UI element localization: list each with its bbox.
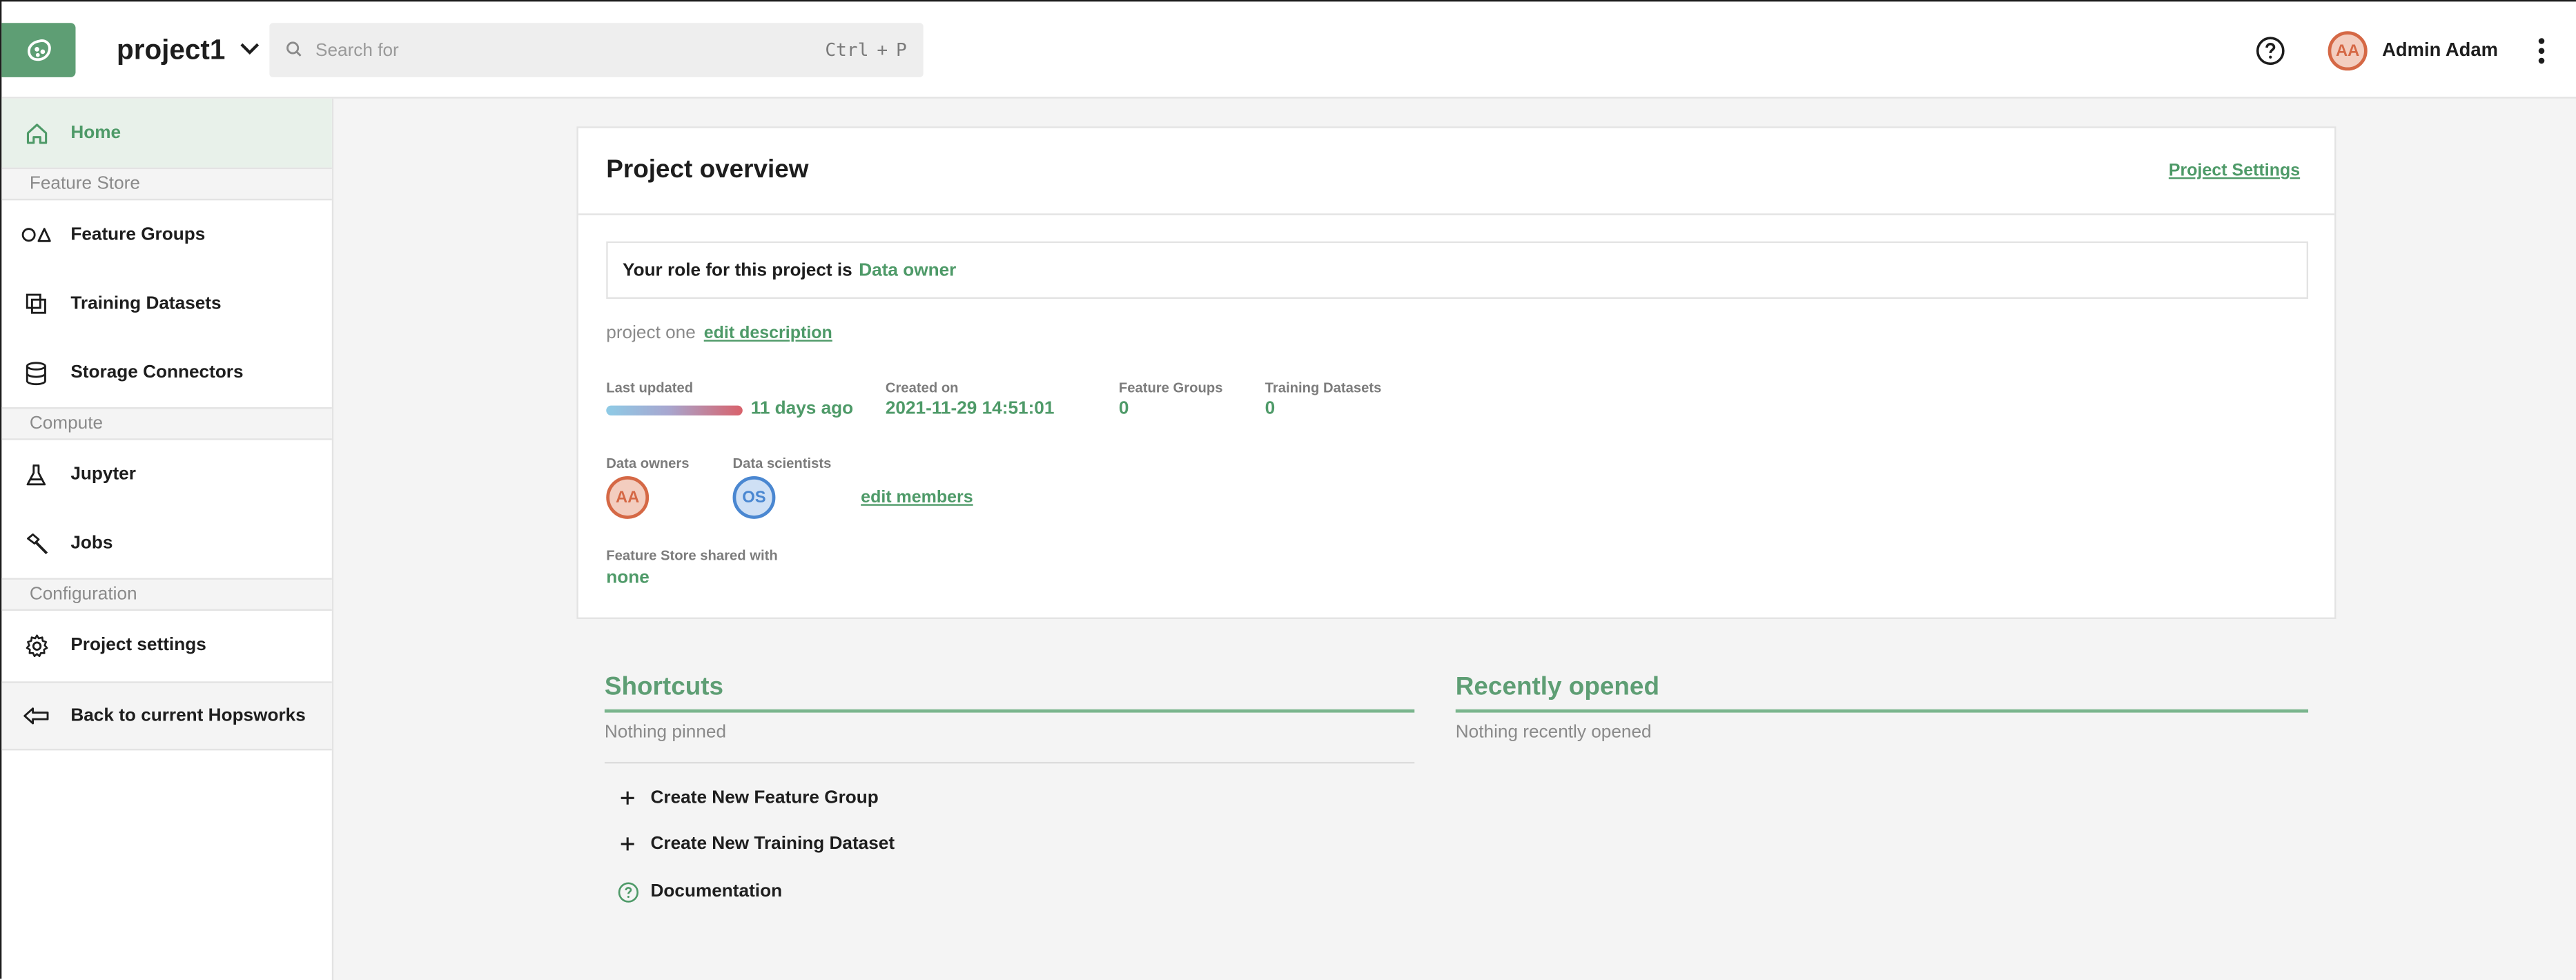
sidebar-section-compute: Compute (1, 407, 332, 440)
search-icon (286, 35, 302, 65)
page-title: Project overview (606, 156, 809, 184)
shortcut-plus: + (877, 39, 888, 61)
gear-icon (21, 631, 51, 660)
shared-with-label: Feature Store shared with (606, 547, 778, 564)
arrow-left-icon (21, 701, 51, 731)
sidebar-item-feature-groups[interactable]: Feature Groups (1, 200, 331, 269)
create-training-dataset-button[interactable]: Create New Training Dataset (616, 829, 895, 859)
sidebar-item-label: Jupyter (70, 464, 136, 484)
feature-groups-label: Feature Groups (1118, 379, 1223, 396)
sidebar-section-feature-store: Feature Store (1, 167, 332, 201)
sidebar-item-storage-connectors[interactable]: Storage Connectors (1, 338, 331, 407)
search-shortcut-hint: Ctrl + P (825, 39, 906, 61)
feature-groups-count: 0 (1118, 399, 1129, 419)
sidebar-item-label: Storage Connectors (70, 362, 244, 383)
created-label: Created on (885, 379, 959, 396)
shortcuts-separator (604, 761, 1415, 764)
sidebar-item-back[interactable]: Back to current Hopsworks (1, 681, 332, 751)
plus-icon (616, 832, 639, 855)
role-banner: Your role for this project is Data owner (606, 241, 2309, 300)
hammer-icon (21, 529, 51, 558)
chevron-down-icon (238, 36, 261, 66)
project-switcher[interactable]: project1 (117, 28, 262, 74)
role-value: Data owner (859, 260, 957, 280)
sidebar-item-home[interactable]: Home (1, 98, 332, 168)
recently-opened-title: Recently opened (1455, 673, 1659, 701)
shortcuts-empty: Nothing pinned (604, 722, 727, 743)
created-value: 2021-11-29 14:51:01 (885, 399, 1055, 419)
database-icon (21, 358, 51, 388)
training-datasets-count: 0 (1265, 399, 1276, 419)
sidebar-item-jobs[interactable]: Jobs (1, 509, 331, 578)
data-owner-avatar[interactable]: AA (606, 476, 650, 519)
sidebar-item-label: Back to current Hopsworks (70, 706, 306, 726)
hopsworks-logo-icon[interactable] (1, 23, 76, 77)
shortcuts-title: Shortcuts (604, 673, 724, 701)
sidebar-item-label: Home (70, 123, 121, 143)
project-settings-link[interactable]: Project Settings (2169, 161, 2300, 181)
shortcut-key-ctrl: Ctrl (825, 39, 869, 61)
search-input[interactable] (312, 38, 826, 62)
description-row: project one edit description (606, 324, 832, 344)
help-circle-icon (616, 880, 639, 903)
plus-icon (616, 787, 639, 810)
project-overview-card: Project overview Project Settings Your r… (576, 126, 2336, 619)
shortcut-key-p: P (896, 39, 907, 61)
shortcut-label: Documentation (650, 881, 783, 902)
flask-icon (21, 460, 51, 489)
sidebar-item-label: Project settings (70, 635, 206, 656)
home-icon (21, 118, 51, 148)
edit-description-link[interactable]: edit description (704, 324, 832, 344)
user-name: Admin Adam (2382, 41, 2498, 61)
shortcut-label: Create New Feature Group (650, 788, 879, 808)
shortcuts-divider (604, 709, 1415, 713)
shapes-icon (21, 220, 51, 250)
help-icon[interactable] (2254, 35, 2287, 68)
sidebar: Home Feature Store Feature Groups Traini… (1, 98, 334, 980)
sidebar-section-configuration: Configuration (1, 578, 332, 611)
create-feature-group-button[interactable]: Create New Feature Group (616, 783, 879, 813)
search-bar[interactable]: Ctrl + P (269, 23, 924, 77)
last-updated-label: Last updated (606, 379, 694, 396)
sidebar-item-label: Feature Groups (70, 224, 206, 245)
card-header: Project overview Project Settings (578, 128, 2335, 215)
user-menu[interactable]: AA Admin Adam (2328, 28, 2498, 74)
sidebar-item-jupyter[interactable]: Jupyter (1, 440, 331, 509)
sidebar-item-label: Jobs (70, 533, 113, 553)
documentation-link[interactable]: Documentation (616, 876, 783, 906)
user-avatar: AA (2328, 31, 2368, 71)
recently-opened-empty: Nothing recently opened (1455, 722, 1652, 743)
data-owners-label: Data owners (606, 455, 690, 471)
stacked-squares-icon (21, 289, 51, 319)
more-vertical-icon[interactable] (2527, 30, 2557, 72)
recently-opened-divider (1455, 709, 2309, 713)
sidebar-item-project-settings[interactable]: Project settings (1, 611, 331, 680)
project-name: project1 (116, 34, 226, 66)
last-updated-value: 11 days ago (750, 399, 854, 419)
shared-with-value: none (606, 568, 650, 588)
project-description: project one (606, 323, 696, 344)
sidebar-item-training-datasets[interactable]: Training Datasets (1, 269, 331, 338)
training-datasets-label: Training Datasets (1265, 379, 1382, 396)
shortcut-label: Create New Training Dataset (650, 834, 895, 854)
activity-bar (606, 405, 743, 415)
data-scientists-label: Data scientists (732, 455, 832, 471)
top-bar: project1 Ctrl + P AA Ad (1, 1, 2576, 99)
role-label: Your role for this project is (623, 260, 852, 280)
sidebar-item-label: Training Datasets (70, 293, 222, 314)
edit-members-link[interactable]: edit members (861, 488, 973, 508)
data-scientist-avatar[interactable]: OS (732, 476, 776, 519)
